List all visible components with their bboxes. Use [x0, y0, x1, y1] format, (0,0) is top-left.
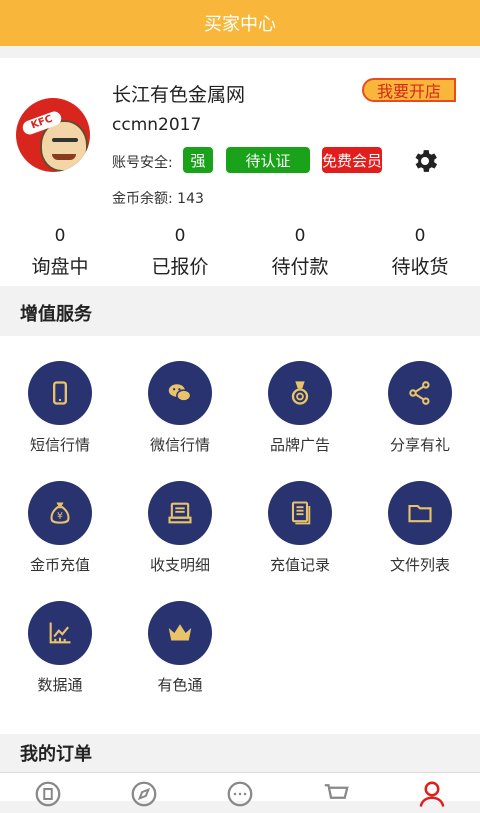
service-label: 微信行情	[149, 436, 210, 454]
services-grid: 短信行情 微信行情 品牌广告 分享有礼 ¥ 金币充值 收支明细 充值记录 文件列…	[0, 336, 480, 734]
service-wechat-quotes[interactable]: 微信行情	[120, 336, 240, 454]
stat-value: 0	[414, 226, 426, 246]
service-sms-quotes[interactable]: 短信行情	[0, 336, 120, 454]
profile-card: KFC 长江有色金属网 ccmn2017 我要开店 账号安全: 强 待认证 免费…	[0, 58, 480, 286]
service-brand-ads[interactable]: 品牌广告	[240, 336, 360, 454]
tab-messages[interactable]	[225, 779, 255, 809]
chart-icon	[28, 601, 92, 665]
stat-inquiring[interactable]: 0 询盘中	[0, 224, 120, 280]
username: ccmn2017	[112, 115, 202, 135]
home-icon	[35, 781, 61, 807]
vip-badge[interactable]: 免费会员	[322, 147, 382, 173]
balance-value: 143	[177, 191, 204, 207]
service-label: 分享有礼	[389, 436, 450, 454]
company-name: 长江有色金属网	[112, 84, 246, 106]
stat-pending-receipt[interactable]: 0 待收货	[360, 224, 480, 280]
service-label: 金币充值	[29, 556, 90, 574]
service-data-pass[interactable]: 数据通	[0, 576, 120, 694]
avatar-mouth	[52, 154, 76, 160]
wechat-icon	[148, 361, 212, 425]
stat-label: 已报价	[151, 256, 209, 278]
balance-label: 金币余额:	[112, 191, 173, 207]
avatar[interactable]: KFC	[16, 98, 90, 172]
stat-quoted[interactable]: 0 已报价	[120, 224, 240, 280]
phone-icon	[28, 361, 92, 425]
service-label: 有色通	[157, 676, 203, 694]
records-icon	[268, 481, 332, 545]
stat-label: 待收货	[391, 256, 449, 278]
header-bar: 买家中心	[0, 0, 480, 46]
compass-icon	[131, 781, 157, 807]
stat-pending-payment[interactable]: 0 待付款	[240, 224, 360, 280]
folder-icon	[388, 481, 452, 545]
crown-icon	[148, 601, 212, 665]
service-share-rewards[interactable]: 分享有礼	[360, 336, 480, 454]
tab-home[interactable]	[33, 779, 63, 809]
ledger-icon	[148, 481, 212, 545]
coin-balance: 金币余额: 143	[112, 188, 204, 208]
service-label: 数据通	[37, 676, 83, 694]
user-icon	[419, 781, 445, 807]
cart-icon	[324, 784, 349, 799]
tab-cart[interactable]	[321, 779, 351, 809]
service-label: 收支明细	[149, 556, 210, 574]
bottom-tab-bar	[0, 772, 480, 807]
service-income-expense[interactable]: 收支明细	[120, 456, 240, 574]
chat-icon	[227, 781, 253, 807]
svg-text:¥: ¥	[57, 511, 63, 522]
stat-label: 待付款	[271, 256, 329, 278]
orders-heading: 我的订单	[0, 734, 480, 772]
stat-value: 0	[174, 226, 186, 246]
service-label: 充值记录	[269, 556, 330, 574]
gear-icon[interactable]	[410, 146, 440, 176]
tab-profile[interactable]	[417, 779, 447, 809]
services-heading: 增值服务	[0, 292, 480, 334]
service-label: 文件列表	[389, 556, 450, 574]
service-recharge-records[interactable]: 充值记录	[240, 456, 360, 574]
money-bag-icon: ¥	[28, 481, 92, 545]
order-stats: 0 询盘中 0 已报价 0 待付款 0 待收货	[0, 224, 480, 280]
tab-discover[interactable]	[129, 779, 159, 809]
security-label: 账号安全:	[112, 155, 173, 171]
avatar-brow	[52, 138, 78, 142]
certify-badge[interactable]: 待认证	[226, 147, 310, 173]
service-file-list[interactable]: 文件列表	[360, 456, 480, 574]
service-nonferrous-pass[interactable]: 有色通	[120, 576, 240, 694]
stat-value: 0	[294, 226, 306, 246]
stat-value: 0	[54, 226, 66, 246]
services-title: 增值服务	[20, 304, 92, 325]
share-icon	[388, 361, 452, 425]
orders-title: 我的订单	[20, 744, 92, 765]
service-label: 短信行情	[29, 436, 90, 454]
service-coin-recharge[interactable]: ¥ 金币充值	[0, 456, 120, 574]
page-title: 买家中心	[204, 14, 276, 35]
service-label: 品牌广告	[269, 436, 330, 454]
medal-icon	[268, 361, 332, 425]
open-store-button[interactable]: 我要开店	[362, 78, 456, 102]
security-strength-badge: 强	[183, 147, 213, 173]
stat-label: 询盘中	[31, 256, 89, 278]
